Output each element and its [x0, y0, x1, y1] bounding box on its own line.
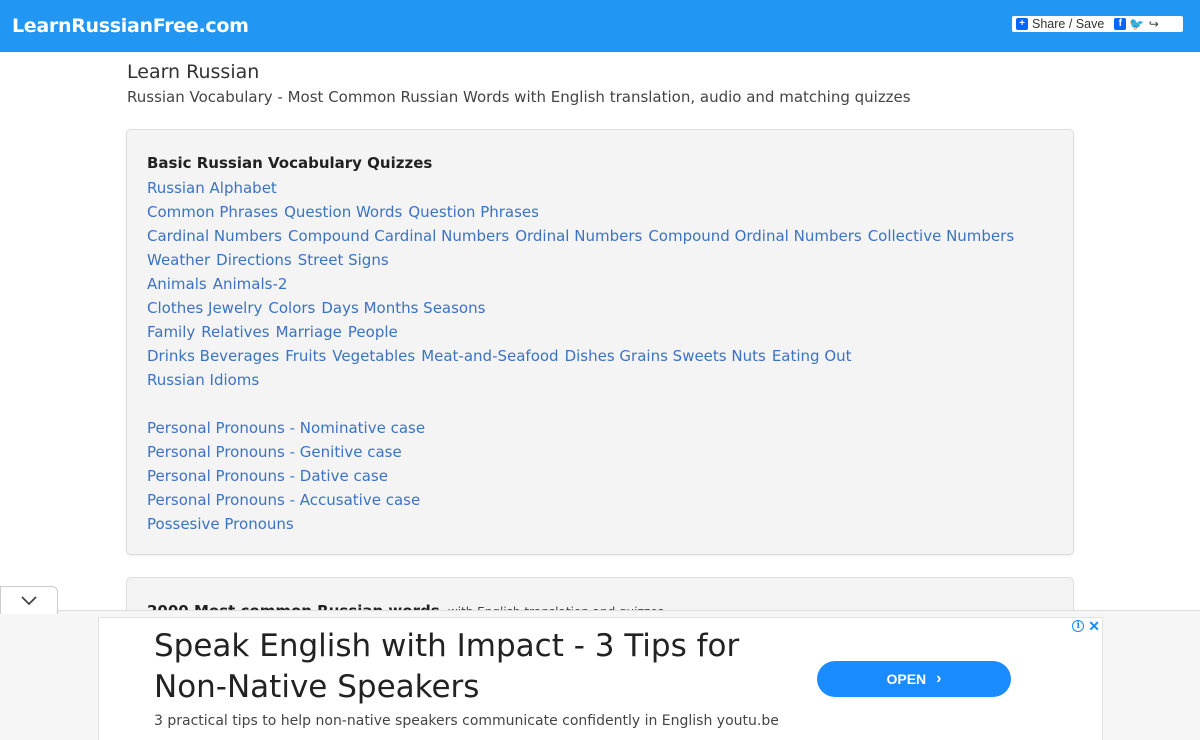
ad-box[interactable]: Speak English with Impact - 3 Tips for N… [98, 617, 1103, 740]
chevron-right-icon: › [936, 670, 942, 687]
ad-info-icon[interactable]: i [1072, 620, 1085, 632]
quiz-link-row: Personal Pronouns - Accusative case [147, 488, 1020, 512]
quiz-link-row: Personal Pronouns - Dative case [147, 464, 1020, 488]
quiz-link-row: Family Relatives Marriage People [147, 320, 1020, 344]
ad-open-button[interactable]: OPEN › [817, 661, 1011, 697]
quiz-link-russian-alphabet[interactable]: Russian Alphabet [147, 179, 277, 197]
quizzes-card: Basic Russian Vocabulary Quizzes Russian… [126, 129, 1074, 555]
quiz-link-animals-2[interactable]: Animals-2 [213, 275, 288, 293]
quiz-link-eating-out[interactable]: Eating Out [772, 347, 852, 365]
quiz-link-row: Personal Pronouns - Nominative case [147, 416, 1020, 440]
ad-collapse-button[interactable] [0, 586, 58, 614]
row-spacer [147, 392, 1020, 416]
share-save-button[interactable]: + Share / Save f 🐦 ↪ [1012, 16, 1183, 32]
quiz-link-fruits[interactable]: Fruits [285, 347, 326, 365]
quiz-link-personal-pronouns-accusative-case[interactable]: Personal Pronouns - Accusative case [147, 491, 420, 509]
quiz-link-meat-and-seafood[interactable]: Meat-and-Seafood [421, 347, 558, 365]
quiz-link-question-phrases[interactable]: Question Phrases [408, 203, 539, 221]
quiz-link-people[interactable]: People [348, 323, 398, 341]
forward-share-icon[interactable]: ↪ [1147, 18, 1160, 30]
quiz-link-ordinal-numbers[interactable]: Ordinal Numbers [515, 227, 642, 245]
quiz-link-compound-ordinal-numbers[interactable]: Compound Ordinal Numbers [648, 227, 861, 245]
quizzes-list: Basic Russian Vocabulary Quizzes Russian… [147, 152, 1020, 536]
quiz-link-days-months-seasons[interactable]: Days Months Seasons [321, 299, 485, 317]
site-brand-link[interactable]: LearnRussianFree.com [12, 15, 249, 37]
quiz-link-question-words[interactable]: Question Words [284, 203, 402, 221]
quiz-link-vegetables[interactable]: Vegetables [332, 347, 415, 365]
top-bar: LearnRussianFree.com + Share / Save f 🐦 … [0, 0, 1200, 52]
quiz-link-common-phrases[interactable]: Common Phrases [147, 203, 278, 221]
chevron-down-icon [21, 595, 37, 605]
share-label: Share / Save [1032, 17, 1105, 31]
quiz-link-row: Drinks Beverages Fruits Vegetables Meat-and… [147, 344, 1020, 368]
quiz-link-row: Personal Pronouns - Genitive case [147, 440, 1020, 464]
page-subtitle: Russian Vocabulary - Most Common Russian… [127, 88, 911, 106]
quiz-link-animals[interactable]: Animals [147, 275, 207, 293]
quiz-link-directions[interactable]: Directions [216, 251, 292, 269]
quiz-link-street-signs[interactable]: Street Signs [298, 251, 389, 269]
ad-controls: i ✕ [1072, 619, 1100, 633]
quiz-link-marriage[interactable]: Marriage [276, 323, 342, 341]
ad-headline[interactable]: Speak English with Impact - 3 Tips for N… [154, 626, 794, 708]
quiz-link-personal-pronouns-dative-case[interactable]: Personal Pronouns - Dative case [147, 467, 388, 485]
twitter-icon[interactable]: 🐦 [1129, 18, 1144, 30]
quizzes-heading: Basic Russian Vocabulary Quizzes [147, 154, 433, 172]
quiz-link-family[interactable]: Family [147, 323, 195, 341]
facebook-icon[interactable]: f [1114, 18, 1127, 30]
quiz-link-personal-pronouns-nominative-case[interactable]: Personal Pronouns - Nominative case [147, 419, 425, 437]
quiz-link-cardinal-numbers[interactable]: Cardinal Numbers [147, 227, 282, 245]
quiz-link-russian-idioms[interactable]: Russian Idioms [147, 371, 259, 389]
quiz-link-collective-numbers[interactable]: Collective Numbers [868, 227, 1014, 245]
quiz-link-row: Common Phrases Question Words Question Phr… [147, 200, 1020, 224]
quiz-link-row: Possesive Pronouns [147, 512, 1020, 536]
quiz-link-row: Russian Alphabet [147, 176, 1020, 200]
quiz-link-drinks-beverages[interactable]: Drinks Beverages [147, 347, 279, 365]
quiz-link-relatives[interactable]: Relatives [201, 323, 269, 341]
quiz-link-row: Russian Idioms [147, 368, 1020, 392]
ad-close-icon[interactable]: ✕ [1088, 619, 1100, 633]
quiz-link-personal-pronouns-genitive-case[interactable]: Personal Pronouns - Genitive case [147, 443, 402, 461]
quiz-link-row: Animals Animals-2 [147, 272, 1020, 296]
ad-banner: Speak English with Impact - 3 Tips for N… [0, 610, 1200, 740]
ad-open-label: OPEN [886, 671, 927, 687]
quiz-link-weather[interactable]: Weather [147, 251, 210, 269]
quiz-link-row: Clothes Jewelry Colors Days Months Seasons [147, 296, 1020, 320]
quiz-link-colors[interactable]: Colors [268, 299, 315, 317]
ad-description[interactable]: 3 practical tips to help non-native spea… [154, 713, 779, 729]
quiz-link-clothes-jewelry[interactable]: Clothes Jewelry [147, 299, 262, 317]
quiz-link-possesive-pronouns[interactable]: Possesive Pronouns [147, 515, 294, 533]
quiz-link-row: Weather Directions Street Signs [147, 248, 1020, 272]
page-title: Learn Russian [127, 61, 260, 83]
quiz-link-row: Cardinal Numbers Compound Cardinal Number… [147, 224, 1020, 248]
quiz-link-compound-cardinal-numbers[interactable]: Compound Cardinal Numbers [288, 227, 509, 245]
quiz-link-dishes-grains-sweets-nuts[interactable]: Dishes Grains Sweets Nuts [565, 347, 766, 365]
plus-icon: + [1016, 18, 1028, 30]
